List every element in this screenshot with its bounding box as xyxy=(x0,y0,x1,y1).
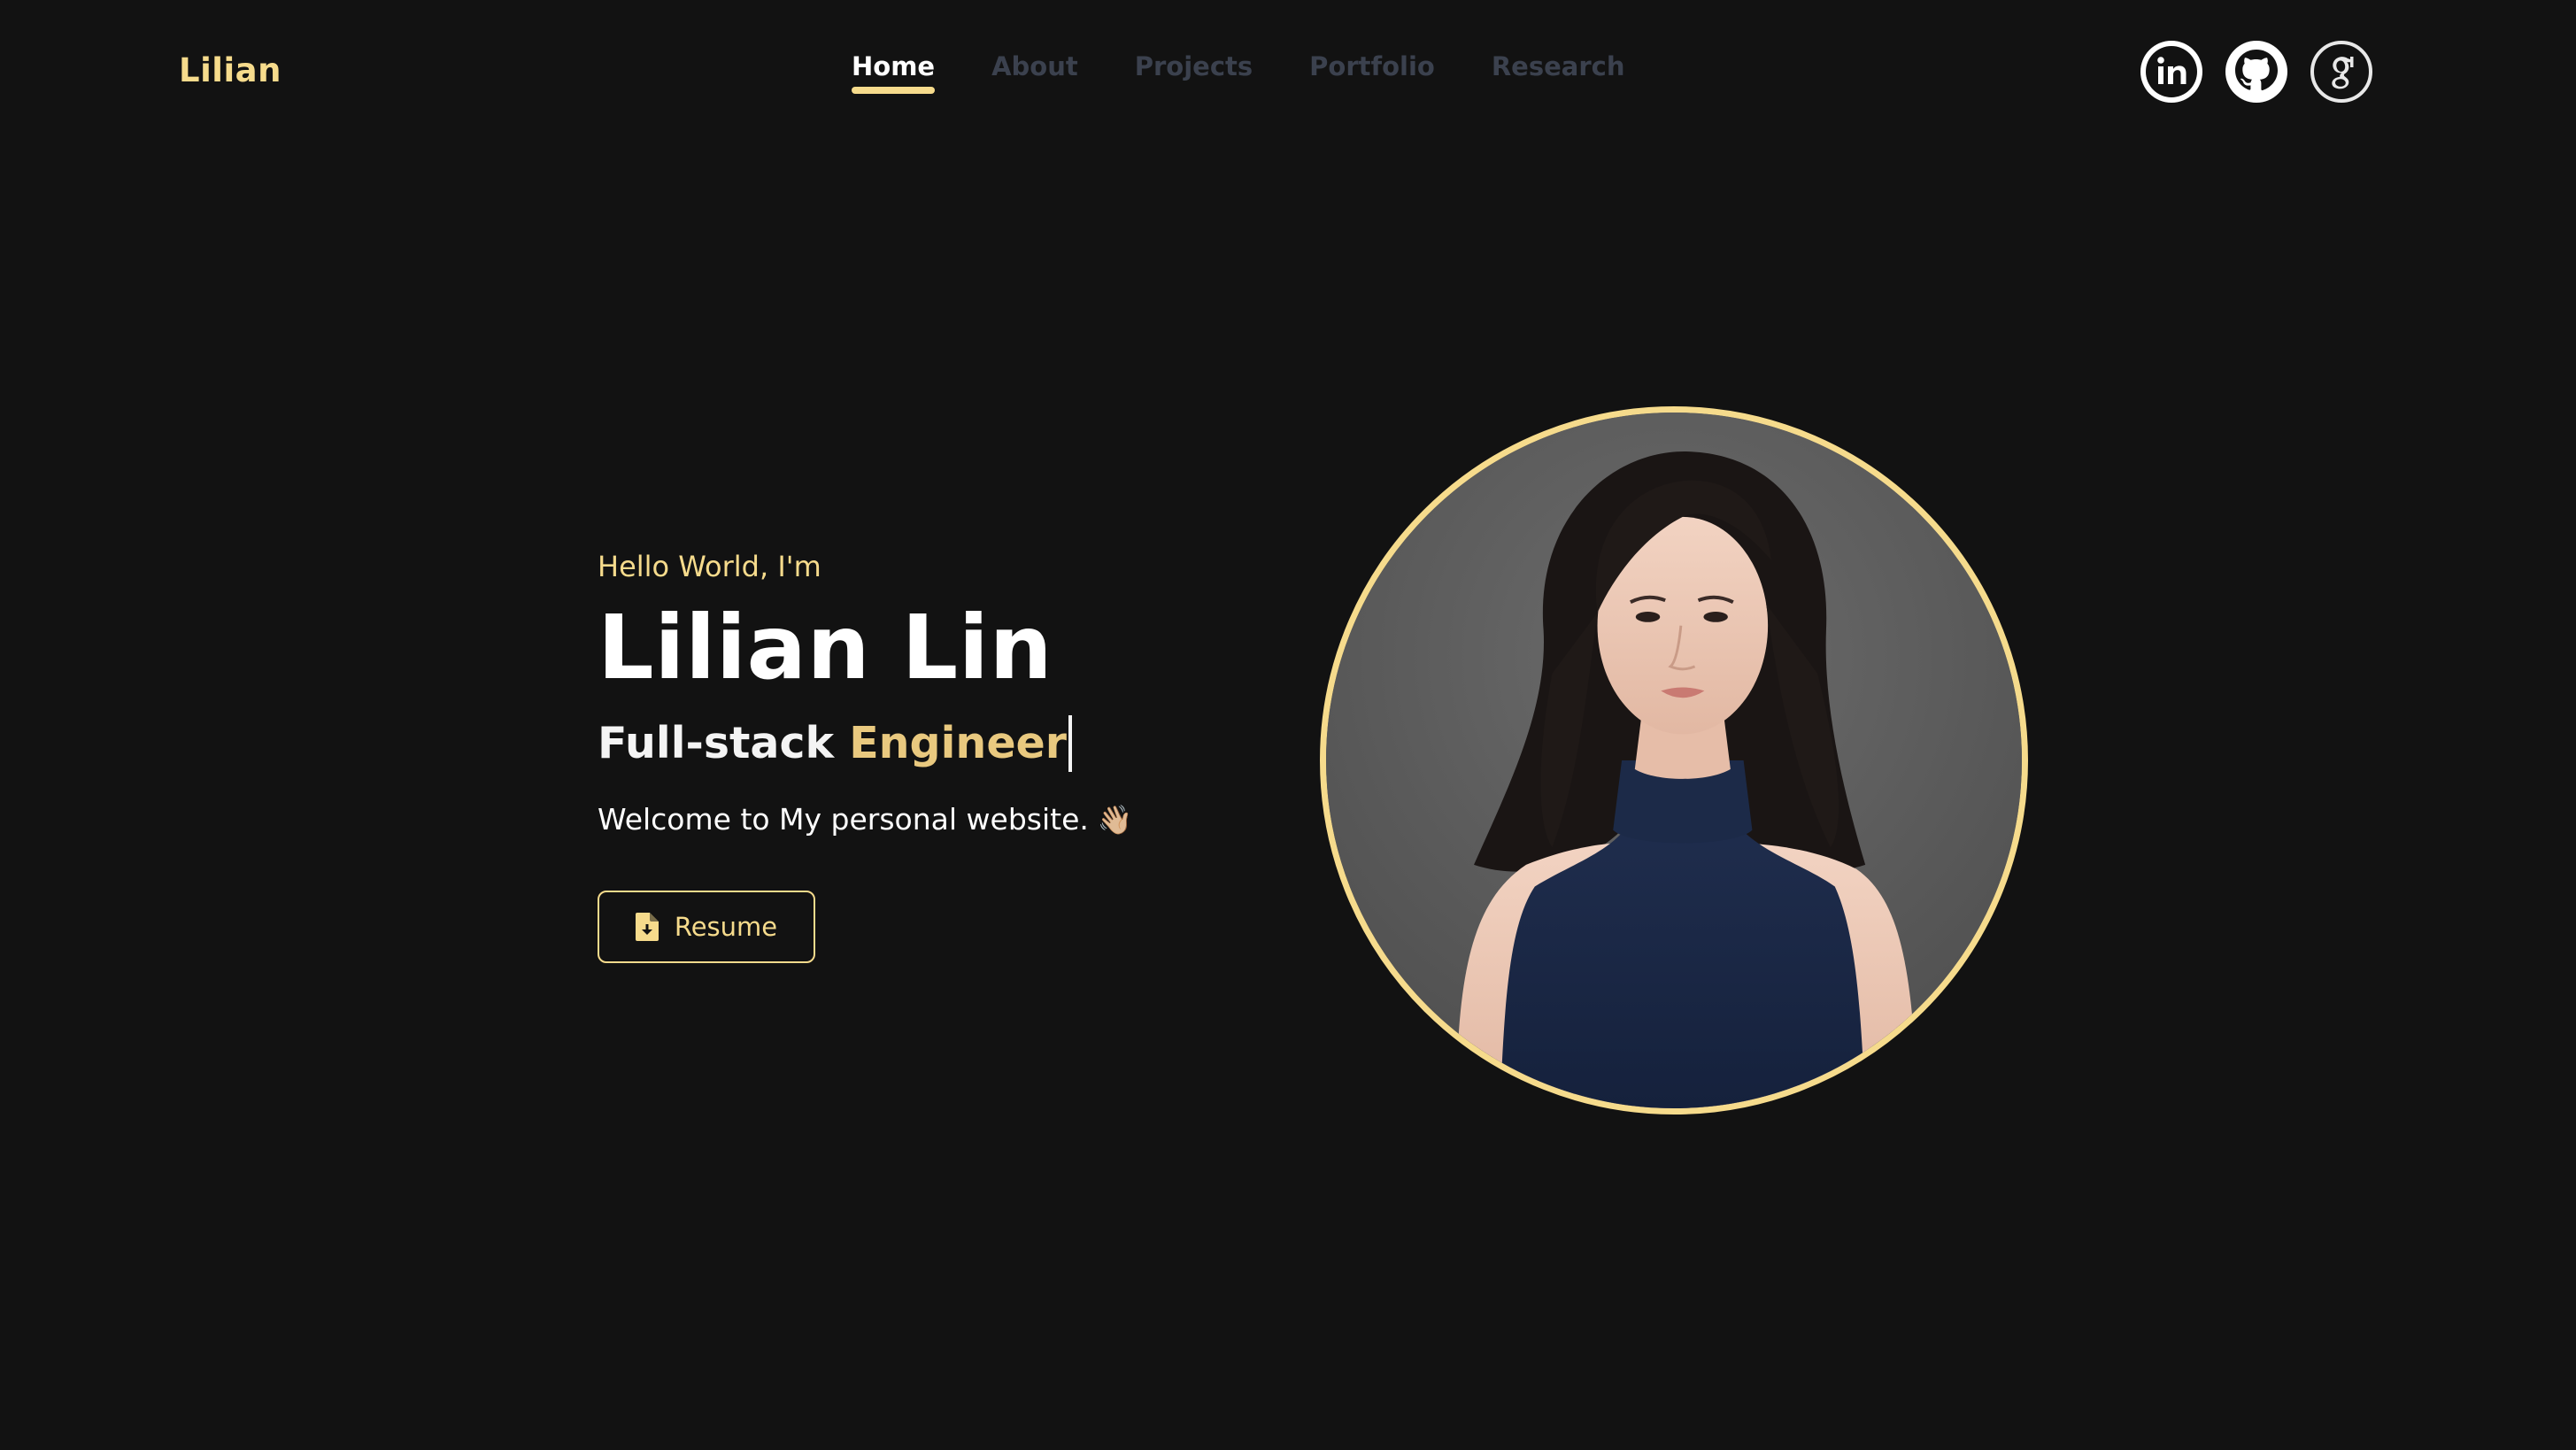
greeting-text: Hello World, I'm xyxy=(598,550,821,583)
nav-research-label: Research xyxy=(1491,51,1625,81)
typing-cursor xyxy=(1068,715,1072,772)
nav-home[interactable]: Home xyxy=(852,46,936,94)
site-logo[interactable]: Lilian xyxy=(179,50,282,92)
github-link[interactable] xyxy=(2224,39,2289,104)
file-download-icon xyxy=(635,913,659,941)
role-highlight: Engineer xyxy=(849,718,1067,768)
nav-about[interactable]: About xyxy=(991,46,1078,87)
nav-projects-label: Projects xyxy=(1134,51,1253,81)
social-links xyxy=(2139,39,2374,104)
nav-portfolio-label: Portfolio xyxy=(1309,51,1435,81)
role-space xyxy=(834,713,849,774)
github-icon xyxy=(2225,41,2287,103)
nav-home-label: Home xyxy=(852,51,936,81)
nav-research[interactable]: Research xyxy=(1492,46,1625,87)
linkedin-icon xyxy=(2140,41,2202,103)
linkedin-link[interactable] xyxy=(2139,39,2204,104)
profile-photo xyxy=(1320,406,2028,1114)
main-nav: Home About Projects Portfolio Research xyxy=(852,46,1625,94)
page: Lilian Home About Projects Portfolio Res… xyxy=(0,0,2576,1450)
google-scholar-link[interactable] xyxy=(2309,39,2374,104)
hero-name: Lilian Lin xyxy=(598,596,1053,699)
resume-button[interactable]: Resume xyxy=(598,891,815,963)
portrait-illustration xyxy=(1326,413,2022,1108)
welcome-text: Welcome to My personal website. xyxy=(598,802,1089,837)
nav-projects[interactable]: Projects xyxy=(1135,46,1253,87)
nav-about-label: About xyxy=(991,51,1078,81)
role-prefix: Full-stack xyxy=(598,718,835,768)
google-scholar-icon xyxy=(2310,41,2372,103)
hero-section: Hello World, I'm Lilian Lin Full-stack E… xyxy=(598,544,1270,963)
resume-label: Resume xyxy=(674,912,778,942)
nav-portfolio[interactable]: Portfolio xyxy=(1309,46,1435,87)
welcome-line: Welcome to My personal website. 👋🏼 xyxy=(598,795,1270,845)
hero-role: Full-stack Engineer xyxy=(598,713,1270,774)
active-nav-indicator xyxy=(852,87,936,94)
waving-hand-icon: 👋🏼 xyxy=(1097,803,1133,837)
